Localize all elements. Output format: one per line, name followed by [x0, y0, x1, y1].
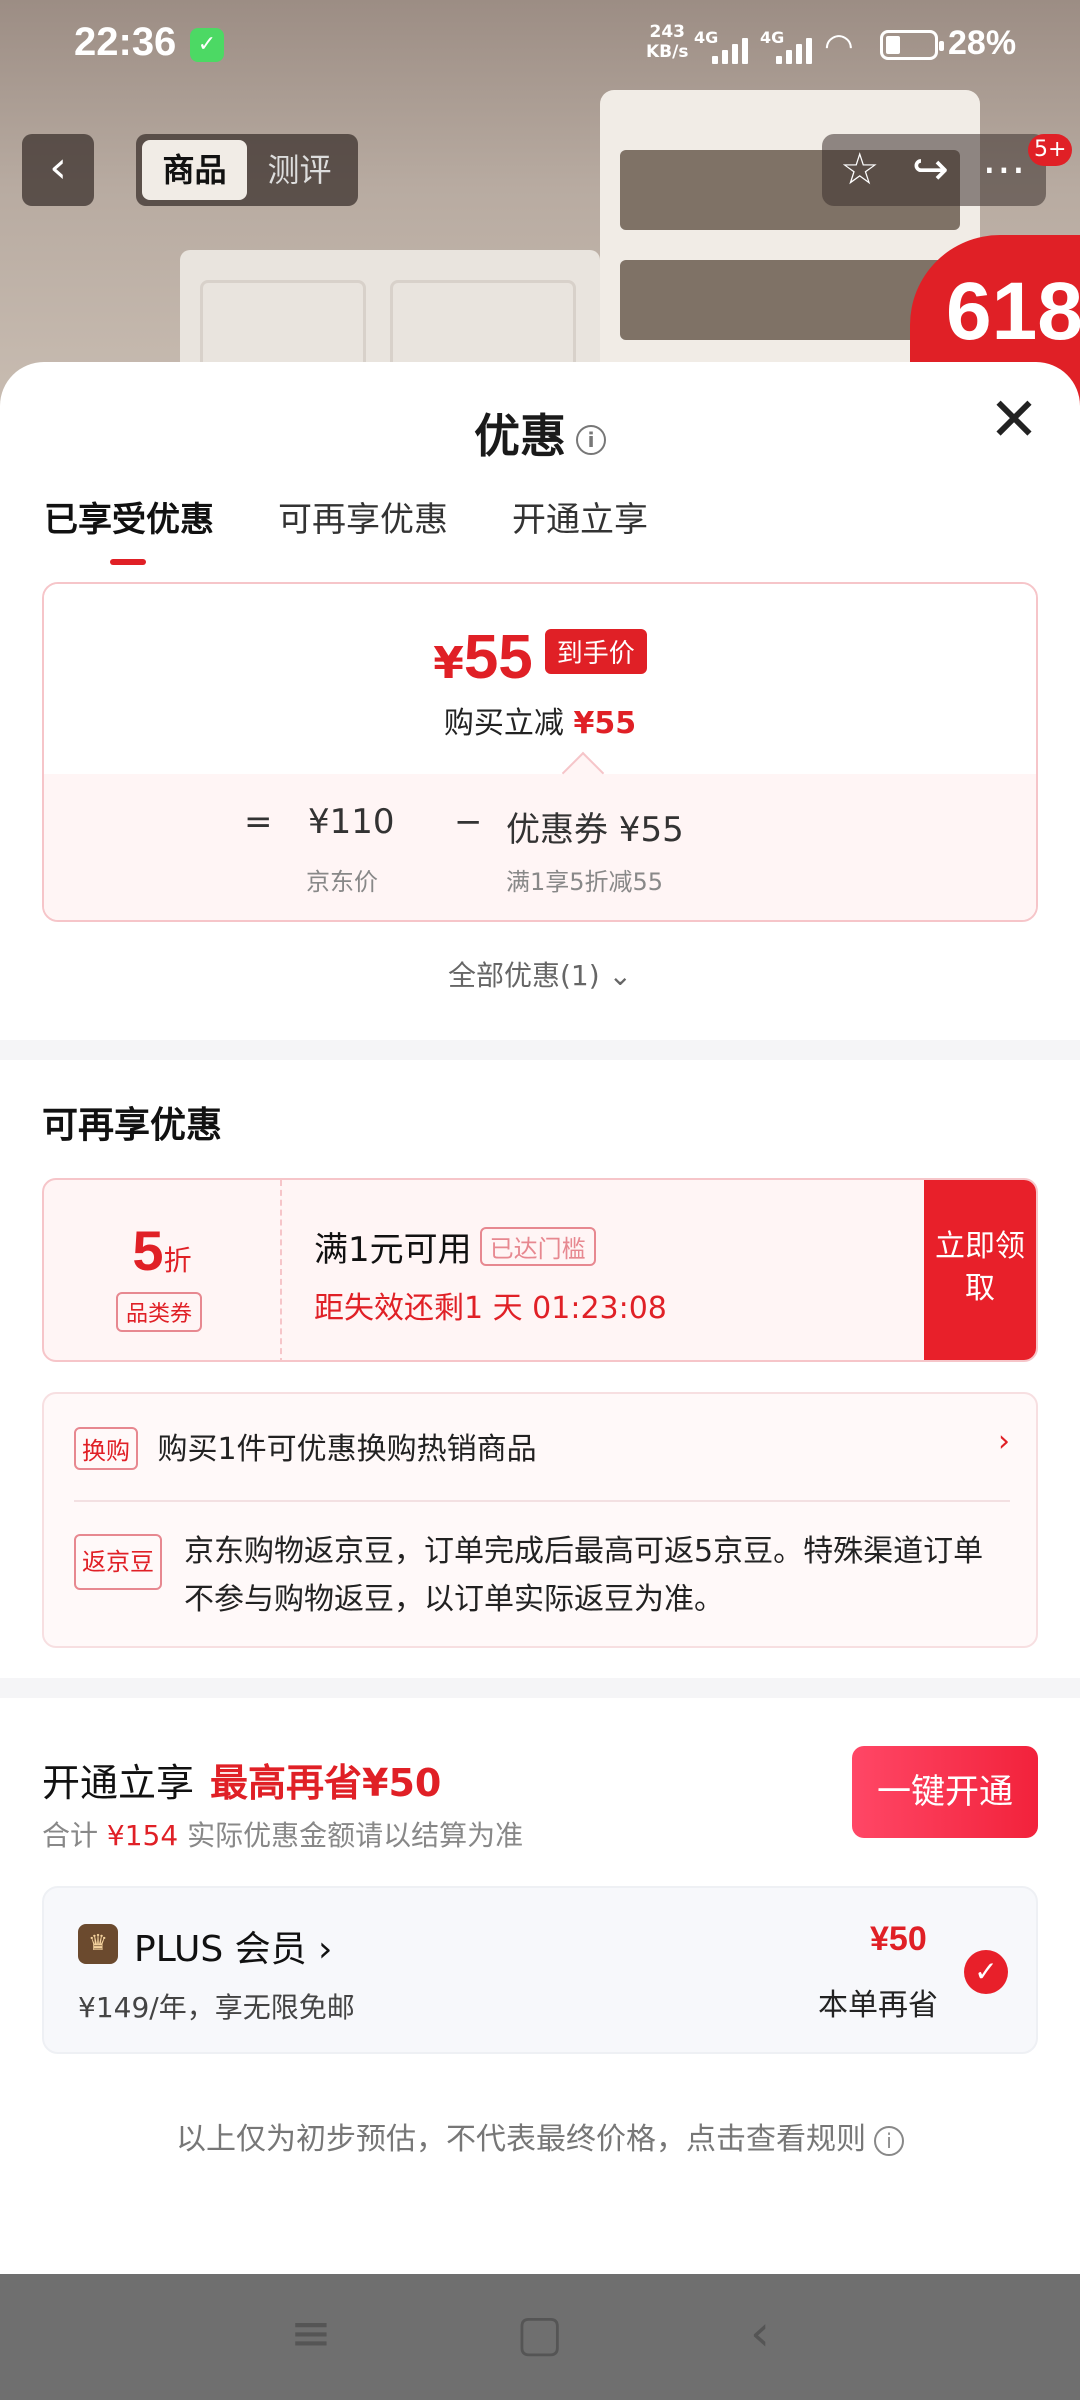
product-shelf: [620, 260, 960, 340]
battery-percent: 28%: [948, 24, 1017, 62]
tab-review[interactable]: 测评: [247, 140, 352, 200]
chevron-left-icon: ‹: [49, 142, 67, 193]
claim-coupon-button[interactable]: 立即领取: [924, 1180, 1036, 1360]
reduce-label: 购买立减: [443, 706, 564, 741]
one-click-open-button[interactable]: 一键开通: [852, 1746, 1038, 1838]
product-tab-switcher: 商品 测评: [136, 134, 358, 206]
close-button[interactable]: ✕: [986, 390, 1042, 450]
reduce-line: 购买立减 ¥55: [44, 698, 1036, 742]
reduce-value: ¥55: [573, 706, 637, 741]
sheet-title: 优惠: [474, 409, 566, 463]
status-bar: 22:36 ✓ 243 KB/s 4G 4G ◠ 28%: [0, 0, 1080, 90]
system-nav-bar: ≡ ▢ ‹: [0, 2274, 1080, 2400]
network-speed-unit: KB/s: [646, 42, 689, 62]
price-disclaimer[interactable]: 以上仅为初步预估，不代表最终价格，点击查看规则 i: [0, 2114, 1080, 2158]
total-value: ¥154: [106, 1819, 179, 1852]
plus-member-name[interactable]: PLUS 会员 ›: [134, 1920, 332, 1972]
network-speed-value: 243: [649, 22, 685, 42]
crown-icon: ♛: [78, 1924, 118, 1964]
coupon-discount-unit: 折: [163, 1244, 192, 1277]
category-coupon: 5折 品类券 满1元可用 已达门槛 距失效还剩1 天 01:23:08 立即领取: [42, 1178, 1038, 1362]
offers-sheet: 优惠 i ✕ 已享受优惠 可再享优惠 开通立享 ¥55 到手价 购买立减 ¥55 =…: [0, 362, 1080, 2274]
tab-more-offers[interactable]: 可再享优惠: [278, 492, 448, 541]
star-icon[interactable]: ☆: [840, 144, 879, 195]
final-price-value: 55: [463, 623, 533, 692]
status-time: 22:36: [74, 20, 177, 64]
bean-text: 京东购物返京豆，订单完成后最高可返5京豆。特殊渠道订单不参与购物返豆，以订单实际…: [184, 1534, 984, 1617]
app-notification-icon: ✓: [190, 28, 224, 62]
plus-section-header: 开通立享 最高再省¥50: [42, 1752, 441, 1807]
equals-sign: =: [244, 802, 273, 842]
back-nav-icon[interactable]: ‹: [750, 2304, 770, 2362]
bean-promo-row: 返京豆 京东购物返京豆，订单完成后最高可返5京豆。特殊渠道订单不参与购物返豆，以…: [74, 1534, 1010, 1617]
final-price-tag: 到手价: [544, 629, 647, 674]
back-button[interactable]: ‹: [22, 134, 94, 206]
close-icon: ✕: [988, 385, 1040, 455]
tab-product[interactable]: 商品: [142, 140, 247, 200]
sheet-header: 优惠 i: [0, 400, 1080, 466]
offer-tabs: 已享受优惠 可再享优惠 开通立享: [44, 492, 648, 565]
total-note: 实际优惠金额请以结算为准: [187, 1819, 524, 1852]
threshold-reached-badge: 已达门槛: [479, 1227, 596, 1266]
exchange-promo-row[interactable]: 换购 购买1件可优惠换购热销商品 ›: [74, 1424, 1010, 1470]
info-icon[interactable]: i: [576, 424, 606, 455]
coupon-discount-block: 5折 品类券: [44, 1180, 282, 1360]
coupon-expire-countdown: 距失效还剩1 天 01:23:08: [314, 1291, 667, 1326]
more-offers-title: 可再享优惠: [42, 1105, 223, 1146]
wifi-icon: ◠: [824, 26, 854, 66]
max-save-text: 最高再省¥50: [210, 1761, 442, 1805]
coupon-category-tag: 品类券: [116, 1292, 203, 1332]
plus-member-price: ¥149/年，享无限免邮: [78, 1991, 355, 2024]
coupon-discount-value: 优惠券 ¥55: [506, 810, 684, 850]
section-divider: [0, 1678, 1080, 1698]
info-icon: i: [874, 2125, 904, 2156]
plus-total-line: 合计 ¥154 实际优惠金额请以结算为准: [42, 1814, 523, 1854]
exchange-tag: 换购: [74, 1427, 138, 1470]
plus-save-label: 本单再省: [818, 1988, 938, 2023]
signal-strength-icon: [712, 34, 754, 64]
disclaimer-text: 以上仅为初步预估，不代表最终价格，点击查看规则: [176, 2122, 866, 2157]
share-icon[interactable]: ↪: [912, 144, 949, 195]
coupon-details: 满1元可用 已达门槛 距失效还剩1 天 01:23:08: [314, 1222, 667, 1327]
home-icon[interactable]: ▢: [516, 2304, 563, 2362]
final-price-card: ¥55 到手价 购买立减 ¥55 = ¥110 − 优惠券 ¥55 京东价 满1享…: [42, 582, 1038, 922]
promo-divider: [74, 1500, 1010, 1502]
extra-promotions: 换购 购买1件可优惠换购热销商品 › 返京豆 京东购物返京豆，订单完成后最高可返…: [42, 1392, 1038, 1648]
all-offers-toggle[interactable]: 全部优惠(1) ⌄: [0, 954, 1080, 994]
cart-count-badge: 5+: [1028, 134, 1073, 166]
top-actions: ☆ ↪ ⋯: [822, 134, 1046, 206]
exchange-text: 购买1件可优惠换购热销商品: [157, 1432, 537, 1467]
plus-membership-card[interactable]: ♛ PLUS 会员 › ¥149/年，享无限免邮 ¥50 本单再省 ✓: [42, 1886, 1038, 2054]
currency-symbol: ¥: [433, 638, 464, 689]
section-divider: [0, 1040, 1080, 1060]
all-offers-label: 全部优惠(1): [447, 959, 600, 992]
more-icon[interactable]: ⋯: [982, 144, 1026, 195]
coupon-discount-value: 5: [132, 1219, 164, 1282]
total-label: 合计: [42, 1819, 99, 1852]
claim-label: 立即领取: [935, 1229, 1025, 1306]
signal-strength-icon: [776, 34, 818, 64]
tab-enjoyed-offers[interactable]: 已享受优惠: [44, 492, 214, 565]
jd-price-label: 京东价: [306, 868, 378, 896]
coupon-rule-label: 满1享5折减55: [506, 868, 664, 896]
minus-sign: −: [454, 802, 483, 842]
final-price: ¥55 到手价: [44, 622, 1036, 693]
chevron-down-icon: ⌄: [608, 959, 633, 992]
checkmark-icon[interactable]: ✓: [964, 1950, 1008, 1994]
coupon-condition: 满1元可用: [314, 1230, 472, 1270]
plus-section-title: 开通立享: [42, 1761, 195, 1805]
bean-tag: 返京豆: [74, 1534, 162, 1590]
plus-save-value: ¥50: [870, 1920, 927, 1958]
menu-icon[interactable]: ≡: [290, 2304, 332, 2362]
tab-open-enjoy[interactable]: 开通立享: [512, 492, 648, 541]
chevron-right-icon: ›: [998, 1424, 1010, 1459]
network-speed: 243 KB/s: [646, 22, 688, 62]
jd-price-value: ¥110: [308, 802, 395, 842]
battery-icon: [880, 30, 944, 60]
coupon-discount: 5折: [44, 1218, 280, 1283]
